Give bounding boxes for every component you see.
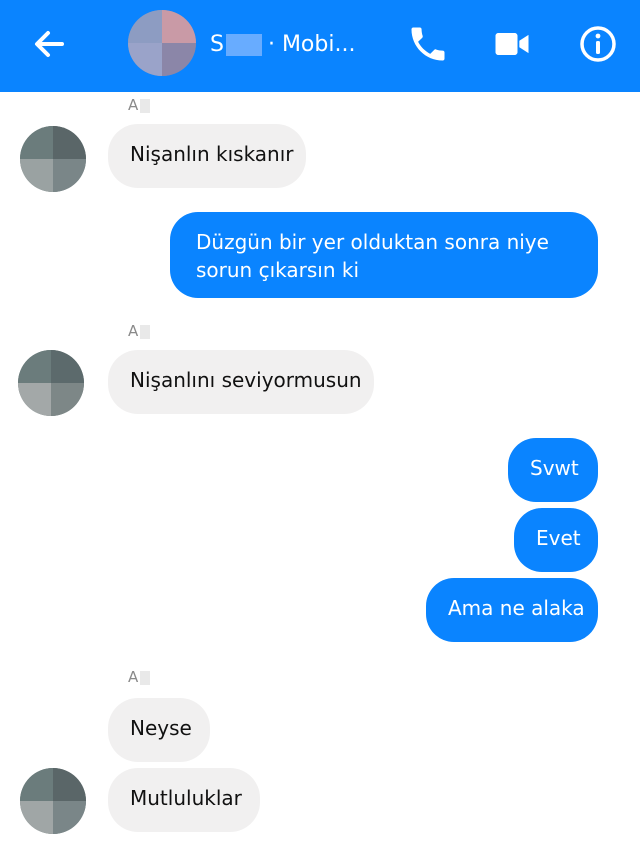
back-arrow-icon xyxy=(35,31,64,57)
incoming-message[interactable]: Nişanlın kıskanır xyxy=(108,124,306,188)
outgoing-message[interactable]: Svwt xyxy=(508,438,598,502)
call-button[interactable] xyxy=(406,22,450,66)
video-call-button[interactable] xyxy=(490,22,534,66)
sender-label: A xyxy=(128,96,151,114)
sender-label: A xyxy=(128,668,151,686)
contact-name[interactable]: S · Mobi... xyxy=(210,30,355,60)
video-camera-icon xyxy=(495,33,529,55)
sender-label: A xyxy=(128,322,151,340)
outgoing-message[interactable]: Evet xyxy=(514,508,598,572)
sender-avatar[interactable] xyxy=(18,350,84,416)
info-button[interactable] xyxy=(576,22,620,66)
contact-avatar[interactable] xyxy=(128,10,196,76)
phone-icon xyxy=(411,27,445,61)
outgoing-message[interactable]: Düzgün bir yer olduktan sonra niye sorun… xyxy=(170,212,598,298)
incoming-message[interactable]: Mutluluklar xyxy=(108,768,260,832)
sender-avatar[interactable] xyxy=(20,768,86,834)
back-button[interactable] xyxy=(28,26,72,62)
incoming-message[interactable]: Nişanlını seviyormusun xyxy=(108,350,374,414)
contact-name-start: S xyxy=(210,32,224,57)
redacted-sender-name xyxy=(140,670,151,685)
conversation-header: S · Mobi... xyxy=(0,0,640,92)
contact-status: · Mobi... xyxy=(267,32,356,57)
redacted-name-block xyxy=(225,34,262,56)
incoming-message[interactable]: Neyse xyxy=(108,698,210,762)
redacted-sender-name xyxy=(140,324,151,339)
redacted-sender-name xyxy=(140,98,151,113)
outgoing-message[interactable]: Ama ne alaka xyxy=(426,578,598,642)
info-icon xyxy=(580,26,616,62)
sender-avatar[interactable] xyxy=(20,126,86,192)
